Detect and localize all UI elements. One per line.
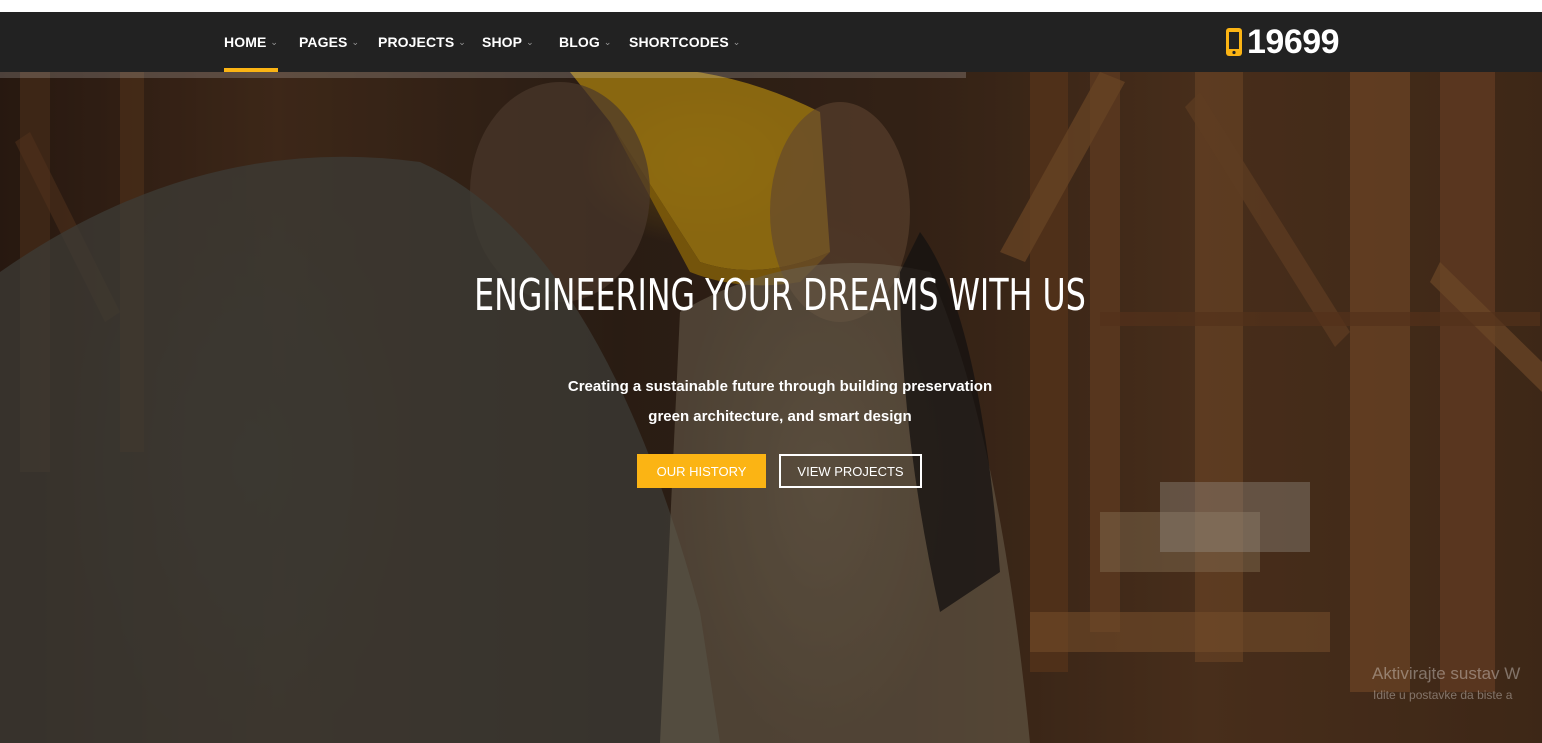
- nav-underlay: [0, 72, 966, 78]
- top-strip: [0, 0, 1542, 12]
- activation-watermark-line1: Aktivirajte sustav W: [1372, 664, 1521, 683]
- nav-item-home[interactable]: HOME ⌄: [224, 12, 279, 72]
- hero-subline-1: Creating a sustainable future through bu…: [567, 378, 993, 395]
- nav-item-label: HOME: [224, 34, 267, 50]
- nav-item-shop[interactable]: SHOP ⌄: [482, 12, 534, 72]
- nav-item-pages[interactable]: PAGES ⌄: [299, 12, 359, 72]
- chevron-down-icon: ⌄: [351, 36, 360, 47]
- nav-item-label: SHORTCODES: [629, 34, 729, 50]
- nav-item-label: PAGES: [299, 34, 348, 50]
- view-projects-button[interactable]: VIEW PROJECTS: [779, 454, 922, 488]
- chevron-down-icon: ⌄: [458, 36, 466, 47]
- nav-item-label: BLOG: [559, 34, 600, 50]
- nav-item-label: PROJECTS: [378, 34, 455, 50]
- phone-contact[interactable]: 19699: [1225, 12, 1340, 72]
- hero-headline: ENGINEERING YOUR DREAMS WITH US: [474, 270, 1086, 321]
- chevron-down-icon: ⌄: [603, 36, 612, 47]
- nav-item-shortcodes[interactable]: SHORTCODES ⌄: [629, 12, 740, 72]
- hero-subline-2: green architecture, and smart design: [648, 408, 912, 425]
- chevron-down-icon: ⌄: [526, 36, 534, 47]
- activation-watermark-line2: Idite u postavke da biste a: [1373, 688, 1513, 702]
- nav-item-label: SHOP: [482, 34, 523, 50]
- mobile-phone-icon: [1226, 28, 1242, 56]
- nav-item-blog[interactable]: BLOG ⌄: [559, 12, 612, 72]
- phone-number: 19699: [1247, 22, 1340, 61]
- chevron-down-icon: ⌄: [270, 36, 279, 47]
- chevron-down-icon: ⌄: [732, 36, 741, 47]
- nav-item-projects[interactable]: PROJECTS ⌄: [378, 12, 466, 72]
- our-history-button[interactable]: OUR HISTORY: [637, 454, 766, 488]
